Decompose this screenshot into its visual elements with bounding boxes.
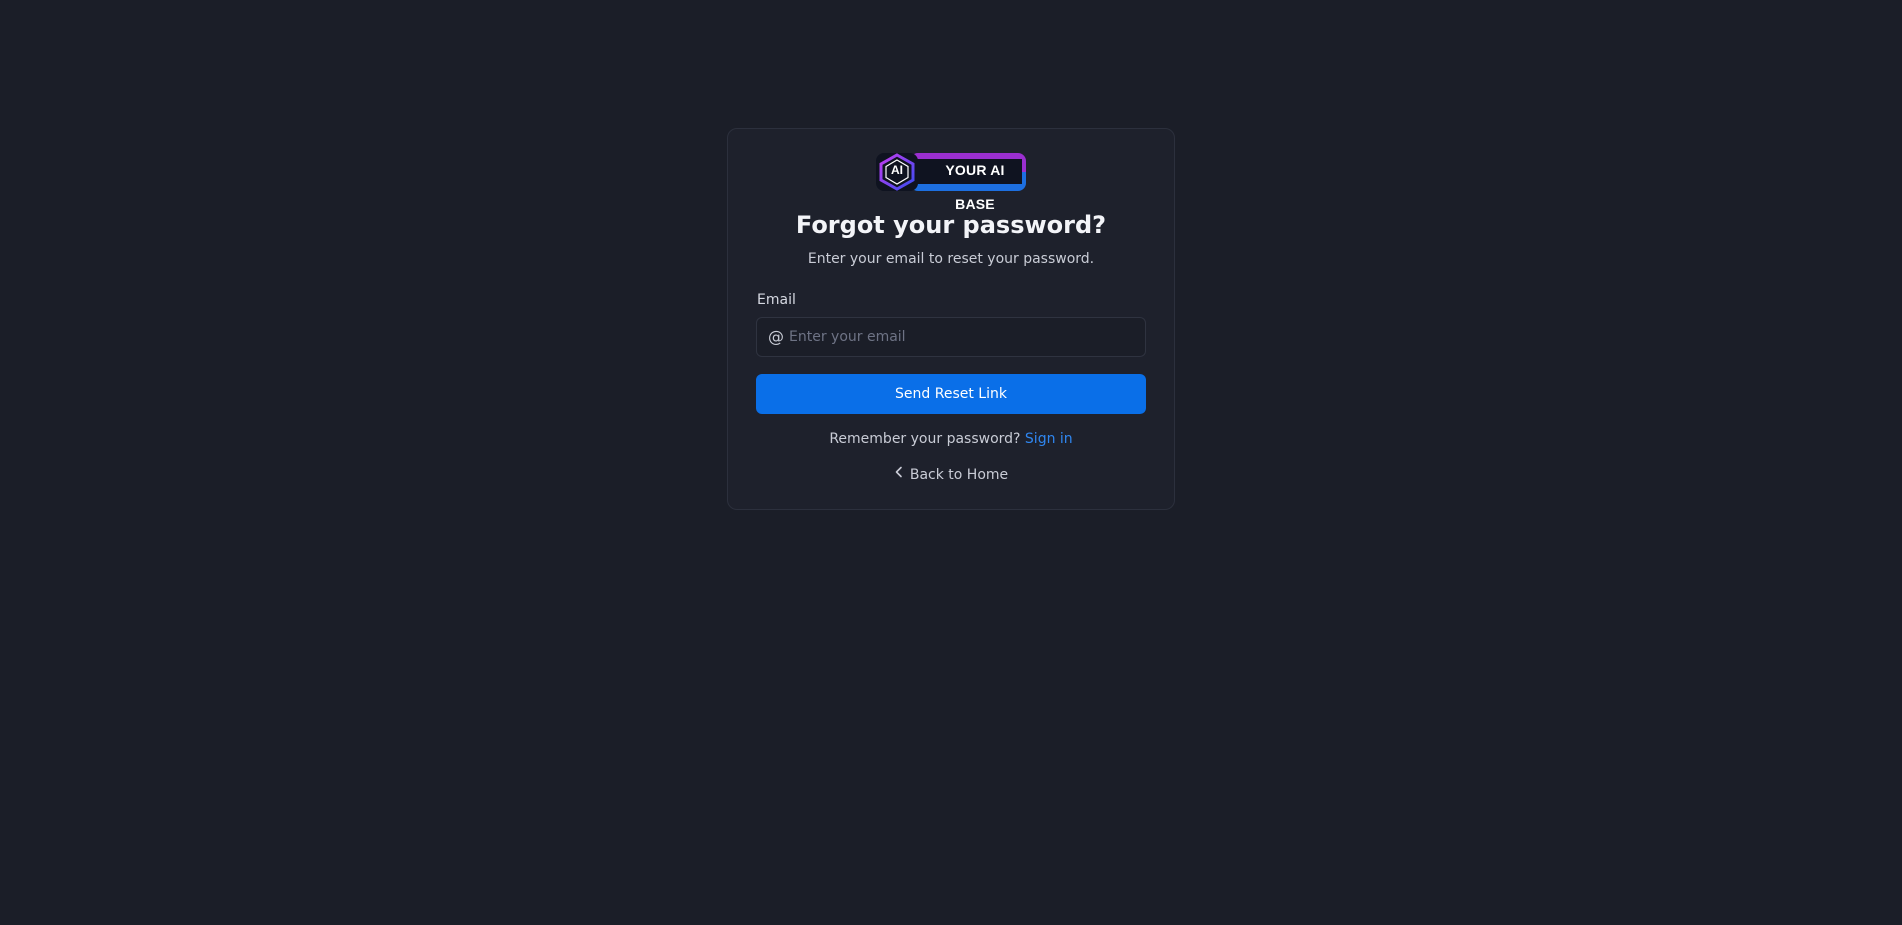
brand-logo: AI YOUR AI BASE [876, 153, 1026, 212]
email-field[interactable]: @ [756, 317, 1146, 357]
send-reset-link-button[interactable]: Send Reset Link [756, 374, 1146, 414]
at-icon: @ [768, 327, 784, 346]
email-label: Email [757, 292, 796, 308]
forgot-password-card: AI YOUR AI BASE Forgot your password? En… [727, 128, 1175, 510]
chevron-left-icon [894, 466, 904, 482]
back-to-home-label: Back to Home [909, 467, 1009, 483]
back-to-home-link[interactable]: Back to Home [728, 466, 1174, 483]
logo-brand-text: YOUR AI BASE [945, 162, 1005, 212]
remember-password-text: Remember your password? [829, 431, 1021, 447]
page-title: Forgot your password? [795, 211, 1107, 239]
page-subtitle: Enter your email to reset your password. [807, 251, 1095, 267]
sign-in-link[interactable]: Sign in [1025, 431, 1073, 447]
logo-badge-text: AI [891, 163, 903, 177]
email-input[interactable] [789, 318, 1139, 356]
remember-password-row: Remember your password? Sign in [728, 431, 1174, 447]
